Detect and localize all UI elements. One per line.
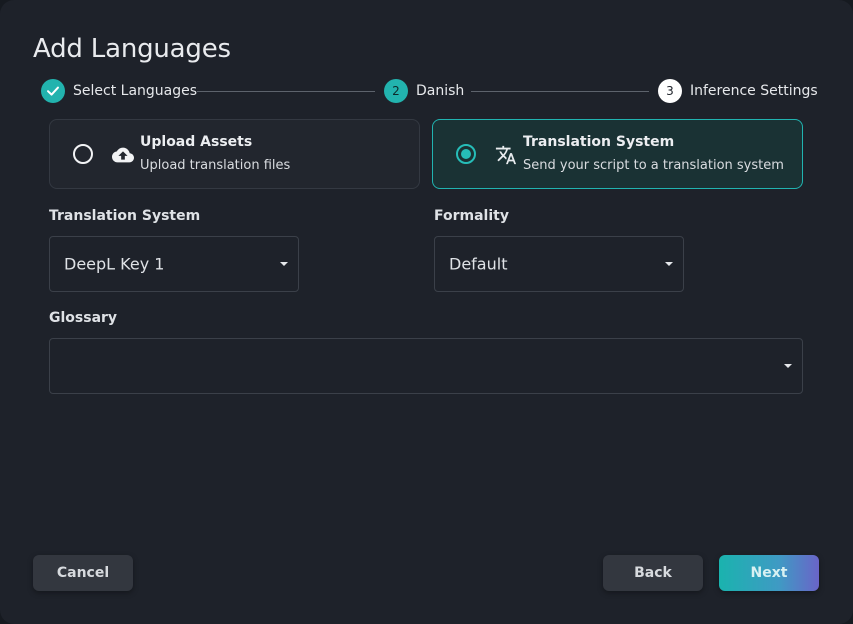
translation-system-option[interactable]: Translation System Send your script to a… — [432, 119, 803, 189]
next-button[interactable]: Next — [719, 555, 819, 591]
glossary-label: Glossary — [49, 310, 118, 326]
step-connector — [197, 91, 375, 92]
upload-assets-title: Upload Assets — [140, 134, 253, 150]
upload-assets-radio[interactable] — [73, 144, 93, 164]
step-label: Danish — [416, 83, 465, 99]
add-languages-dialog: Add Languages Select Languages 2 Danish … — [0, 0, 853, 624]
formality-value: Default — [449, 254, 508, 274]
back-button[interactable]: Back — [603, 555, 703, 591]
chevron-down-icon — [784, 364, 792, 368]
step-label: Inference Settings — [690, 83, 818, 99]
upload-assets-subtitle: Upload translation files — [140, 158, 291, 173]
dialog-title: Add Languages — [33, 34, 231, 64]
translation-system-subtitle: Send your script to a translation system — [523, 158, 784, 173]
translation-system-value: DeepL Key 1 — [64, 254, 165, 274]
step-select-languages: Select Languages — [41, 79, 197, 103]
translation-system-title: Translation System — [523, 134, 675, 150]
upload-assets-option[interactable]: Upload Assets Upload translation files — [49, 119, 420, 189]
chevron-down-icon — [665, 262, 673, 266]
cloud-upload-icon — [112, 147, 134, 163]
step-inference-settings: 3 Inference Settings — [658, 79, 818, 103]
translate-icon — [495, 145, 517, 165]
step-danish: 2 Danish — [384, 79, 464, 103]
translation-system-select[interactable]: DeepL Key 1 — [49, 236, 299, 292]
translation-system-radio[interactable] — [456, 144, 476, 164]
check-icon — [41, 79, 65, 103]
formality-label: Formality — [434, 208, 509, 224]
translation-system-label: Translation System — [49, 208, 201, 224]
step-number: 2 — [384, 79, 408, 103]
glossary-select[interactable] — [49, 338, 803, 394]
step-connector — [471, 91, 649, 92]
step-number: 3 — [658, 79, 682, 103]
chevron-down-icon — [280, 262, 288, 266]
formality-select[interactable]: Default — [434, 236, 684, 292]
step-label: Select Languages — [73, 83, 198, 99]
cancel-button[interactable]: Cancel — [33, 555, 133, 591]
